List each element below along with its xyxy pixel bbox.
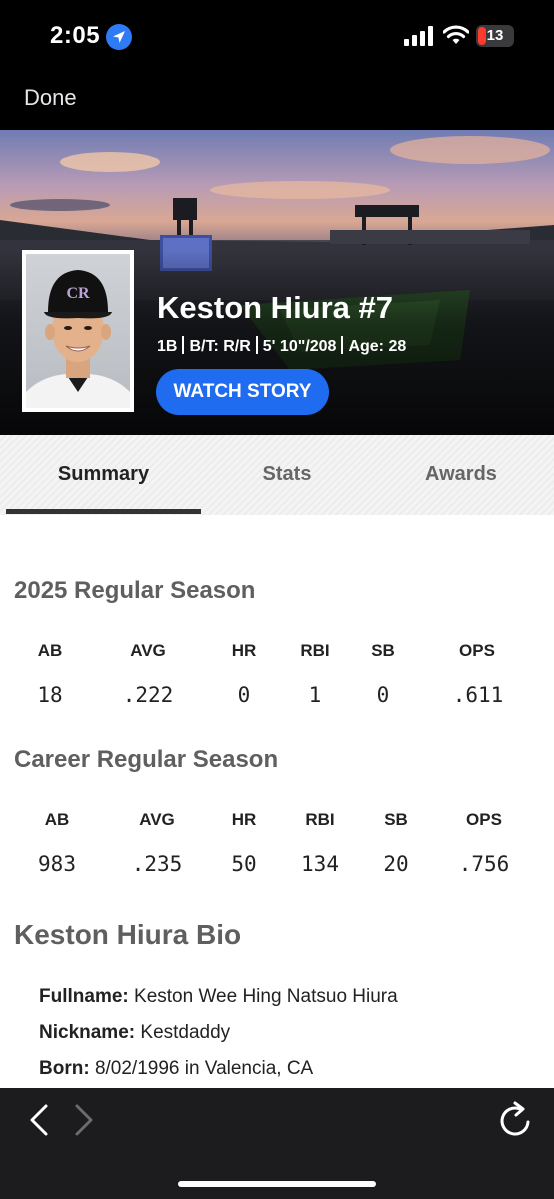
divider bbox=[341, 336, 344, 354]
stat-header: SB bbox=[371, 641, 395, 660]
signal-icon bbox=[404, 26, 433, 46]
bio-fullname-label: Fullname: bbox=[39, 986, 129, 1007]
tab-awards[interactable]: Awards bbox=[374, 435, 548, 515]
battery-icon: 13 bbox=[476, 25, 514, 47]
stat-value: .235 bbox=[131, 852, 183, 876]
player-info-line: 1B B/T: R/R 5' 10"/208 Age: 28 bbox=[157, 336, 406, 356]
stat-value: 18 bbox=[37, 683, 63, 707]
season-stats-title: 2025 Regular Season bbox=[14, 577, 256, 604]
bio-nickname-value: Kestdaddy bbox=[140, 1022, 231, 1043]
stat-value: .611 bbox=[452, 683, 504, 707]
tab-summary[interactable]: Summary bbox=[6, 435, 201, 515]
active-tab-indicator bbox=[6, 509, 201, 514]
divider bbox=[182, 336, 185, 354]
player-headshot: CR bbox=[22, 250, 134, 412]
bio-born: Born: 8/02/1996 in Valencia, CA bbox=[39, 1058, 313, 1080]
stat-value: .222 bbox=[122, 683, 174, 707]
stat-header: AVG bbox=[139, 810, 175, 829]
stat-value: 0 bbox=[376, 683, 390, 707]
home-indicator bbox=[178, 1181, 376, 1187]
divider bbox=[255, 336, 258, 354]
stat-header: SB bbox=[384, 810, 408, 829]
forward-chevron-icon[interactable] bbox=[73, 1103, 95, 1137]
bio-born-value: 8/02/1996 in Valencia, CA bbox=[94, 1058, 314, 1079]
reload-icon[interactable] bbox=[498, 1101, 534, 1139]
stat-value: 20 bbox=[383, 852, 409, 876]
summary-panel: 2025 Regular Season AB AVG HR RBI SB OPS… bbox=[0, 515, 554, 1088]
stat-header: OPS bbox=[466, 810, 502, 829]
bio-fullname: Fullname: Keston Wee Hing Natsuo Hiura bbox=[39, 986, 398, 1008]
cap-logo: CR bbox=[66, 285, 90, 302]
stat-value: 983 bbox=[38, 852, 76, 876]
battery-level-text: 13 bbox=[486, 27, 504, 44]
stat-header: HR bbox=[231, 810, 257, 829]
stat-header: HR bbox=[231, 641, 257, 660]
status-bar: 2:05 13 bbox=[0, 0, 554, 72]
done-button[interactable]: Done bbox=[24, 85, 77, 111]
tab-stats[interactable]: Stats bbox=[200, 435, 374, 515]
player-name: Keston Hiura #7 bbox=[157, 290, 394, 325]
back-chevron-icon[interactable] bbox=[28, 1103, 50, 1137]
watch-story-button[interactable]: WATCH STORY bbox=[156, 369, 329, 415]
player-position: 1B bbox=[157, 338, 178, 355]
stat-header: RBI bbox=[305, 810, 335, 829]
stat-header: AVG bbox=[130, 641, 166, 660]
tab-bar: Summary Stats Awards bbox=[0, 435, 554, 515]
stat-header: AB bbox=[37, 641, 63, 660]
bio-nickname-label: Nickname: bbox=[39, 1022, 136, 1043]
bio-nickname: Nickname: Kestdaddy bbox=[39, 1022, 230, 1044]
wifi-icon bbox=[443, 25, 469, 44]
player-age: Age: 28 bbox=[348, 338, 407, 355]
player-hero-banner: CR Keston Hiura #7 1B B/T: R/R 5' 10"/208 A… bbox=[0, 130, 554, 435]
location-arrow-icon bbox=[106, 24, 132, 50]
player-height-weight: 5' 10"/208 bbox=[262, 338, 337, 355]
bio-fullname-value: Keston Wee Hing Natsuo Hiura bbox=[134, 986, 398, 1007]
stat-header: AB bbox=[44, 810, 70, 829]
player-bats-throws: B/T: R/R bbox=[189, 338, 251, 355]
player-photo: CR bbox=[26, 254, 130, 408]
bio-born-label: Born: bbox=[39, 1058, 90, 1079]
status-time: 2:05 bbox=[50, 22, 101, 49]
stat-value: .756 bbox=[458, 852, 510, 876]
stat-header: OPS bbox=[459, 641, 495, 660]
browser-top-bar: Done bbox=[0, 72, 554, 130]
career-stats-title: Career Regular Season bbox=[14, 746, 279, 773]
bio-title: Keston Hiura Bio bbox=[14, 919, 242, 950]
